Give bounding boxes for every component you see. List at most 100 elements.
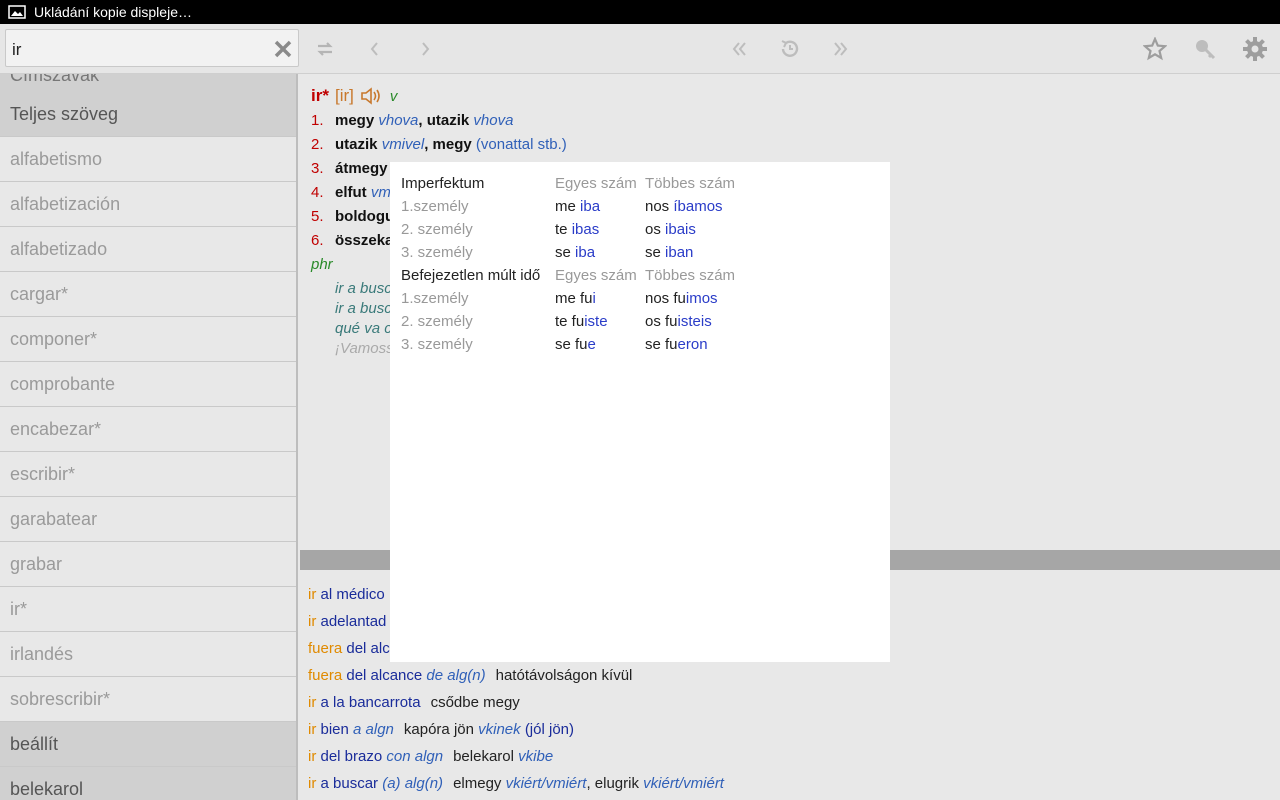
list-item[interactable]: escribir* [0, 452, 296, 497]
phrase-text: bien [320, 721, 354, 738]
translation-text: elmegy [453, 775, 506, 792]
search-input[interactable]: ir [12, 40, 21, 60]
history-forward-icon[interactable] [827, 36, 853, 62]
table-cell: 2. személy [401, 310, 555, 333]
table-row: 2. személy te fuiste os fuisteis [401, 310, 735, 333]
table-row: Befejezetlen múlt idő Egyes szám Többes sz… [401, 264, 735, 287]
list-item[interactable]: componer* [0, 317, 296, 362]
list-item[interactable]: fuera del alc [308, 640, 390, 657]
sync-icon[interactable] [312, 36, 338, 62]
phrase-text: fuera [308, 667, 347, 684]
list-item[interactable]: alfabetización [0, 182, 296, 227]
list-item[interactable]: ir bien a algn kapóra jön vkinek (jól jön… [308, 721, 574, 738]
list-item[interactable]: alfabetismo [0, 137, 296, 182]
clear-icon[interactable] [272, 38, 294, 60]
cell-text: 2. személy [401, 313, 473, 330]
list-item[interactable]: sobrescribir* [0, 677, 296, 722]
phrase-text: a buscar [320, 775, 383, 792]
headword: ir* [311, 86, 329, 105]
list-item[interactable]: irlandés [0, 632, 296, 677]
conjugation-popup: Imperfektum Egyes szám Többes szám 1.személ… [390, 162, 890, 662]
list-item[interactable]: comprobante [0, 362, 296, 407]
cell-text: íbamos [673, 198, 723, 215]
sense-4: 4. elfut vm [311, 184, 391, 201]
phrase-text: del brazo [320, 748, 387, 765]
phrase-text: con algn [386, 748, 444, 765]
list-item[interactable]: cargar* [0, 272, 296, 317]
table-cell: se fue [555, 333, 645, 356]
sense-text: vm [370, 184, 391, 201]
next-icon[interactable] [412, 36, 438, 62]
cell-text: Többes szám [645, 175, 736, 192]
translation-text: hatótávolságon kívül [495, 667, 633, 684]
list-item[interactable]: ir* [0, 587, 296, 632]
search-box[interactable]: ir [5, 29, 299, 67]
sense-text: vhova [473, 112, 514, 129]
table-cell: Egyes szám [555, 264, 645, 287]
example[interactable]: ir a busc [335, 300, 392, 317]
cell-text: imos [685, 290, 718, 307]
sidebar-item-fulltext[interactable]: Teljes szöveg [0, 92, 296, 137]
table-cell: os ibais [645, 218, 735, 241]
table-cell: Egyes szám [555, 172, 645, 195]
phrase-text: del alcance [346, 667, 427, 684]
history-back-icon[interactable] [727, 36, 753, 62]
search-key-icon[interactable] [1192, 36, 1218, 62]
list-item[interactable]: alfabetizado [0, 227, 296, 272]
list-item[interactable]: fuera del alcance de alg(n) hatótávolságo… [308, 667, 632, 684]
prev-icon[interactable] [362, 36, 388, 62]
conjugation-table: Imperfektum Egyes szám Többes szám 1.személ… [401, 172, 735, 356]
sense-number: 3. [311, 160, 324, 177]
phrase-text: fuera [308, 640, 347, 657]
pronunciation: [ir] [334, 86, 354, 105]
translation-text: kapóra jön [403, 721, 479, 738]
table-cell: me iba [555, 195, 645, 218]
list-item[interactable]: ir adelantad [308, 613, 386, 630]
star-icon[interactable] [1142, 36, 1168, 62]
cell-text: os [645, 221, 666, 238]
table-cell: te fuiste [555, 310, 645, 333]
example[interactable]: qué va c [335, 320, 392, 337]
phrase-text: (a) alg(n) [382, 775, 444, 792]
cell-text: 3. személy [401, 244, 473, 261]
list-item[interactable]: grabar [0, 542, 296, 587]
phrase-text: del alc [346, 640, 390, 657]
phrase-text: ir [308, 775, 321, 792]
status-text: Ukládání kopie displeje… [34, 4, 192, 20]
list-item[interactable]: beállít [0, 722, 296, 767]
list-item[interactable]: ir a la bancarrota csődbe megy [308, 694, 520, 711]
phrase-text: de alg(n) [426, 667, 486, 684]
list-item[interactable]: encabezar* [0, 407, 296, 452]
translation-text: belekarol [453, 748, 519, 765]
table-row: 1.személy me fui nos fuimos [401, 287, 735, 310]
table-cell: nos fuimos [645, 287, 735, 310]
list-item[interactable]: belekarol [0, 767, 296, 800]
phrase-text: vkiért/vmiért [643, 775, 724, 792]
table-cell: 1.személy [401, 195, 555, 218]
list-item[interactable]: ir a buscar (a) alg(n) elmegy vkiért/vmié… [308, 775, 724, 792]
cell-text: ibais [665, 221, 696, 238]
phrase-text: al médico [320, 586, 385, 603]
table-cell: os fuisteis [645, 310, 735, 333]
table-cell: te ibas [555, 218, 645, 241]
list-item[interactable]: ir al médico [308, 586, 385, 603]
phrase-text: vkibe [518, 748, 554, 765]
example[interactable]: ir a busc [335, 280, 392, 297]
sidebar-item-headwords[interactable]: Címszavak [0, 74, 296, 92]
cell-text: nos fu [645, 290, 686, 307]
sense-2: 2. utazik vmivel, megy (vonattal stb.) [311, 136, 567, 153]
entry-header: ir* [ir] v [311, 86, 397, 106]
sense-6: 6. összeka [311, 232, 393, 249]
history-icon[interactable] [777, 36, 803, 62]
sense-text: , utazik [418, 112, 474, 129]
cell-text: nos [645, 198, 674, 215]
list-item[interactable]: garabatear [0, 497, 296, 542]
settings-icon[interactable] [1242, 36, 1268, 62]
cell-text: ibas [571, 221, 600, 238]
speaker-icon[interactable] [360, 86, 384, 106]
cell-text: te [555, 221, 572, 238]
example[interactable]: ¡Vamoss [335, 340, 394, 357]
sense-number: 5. [311, 208, 324, 225]
list-item[interactable]: ir del brazo con algn belekarol vkibe [308, 748, 553, 765]
sense-5: 5. boldogu [311, 208, 394, 225]
